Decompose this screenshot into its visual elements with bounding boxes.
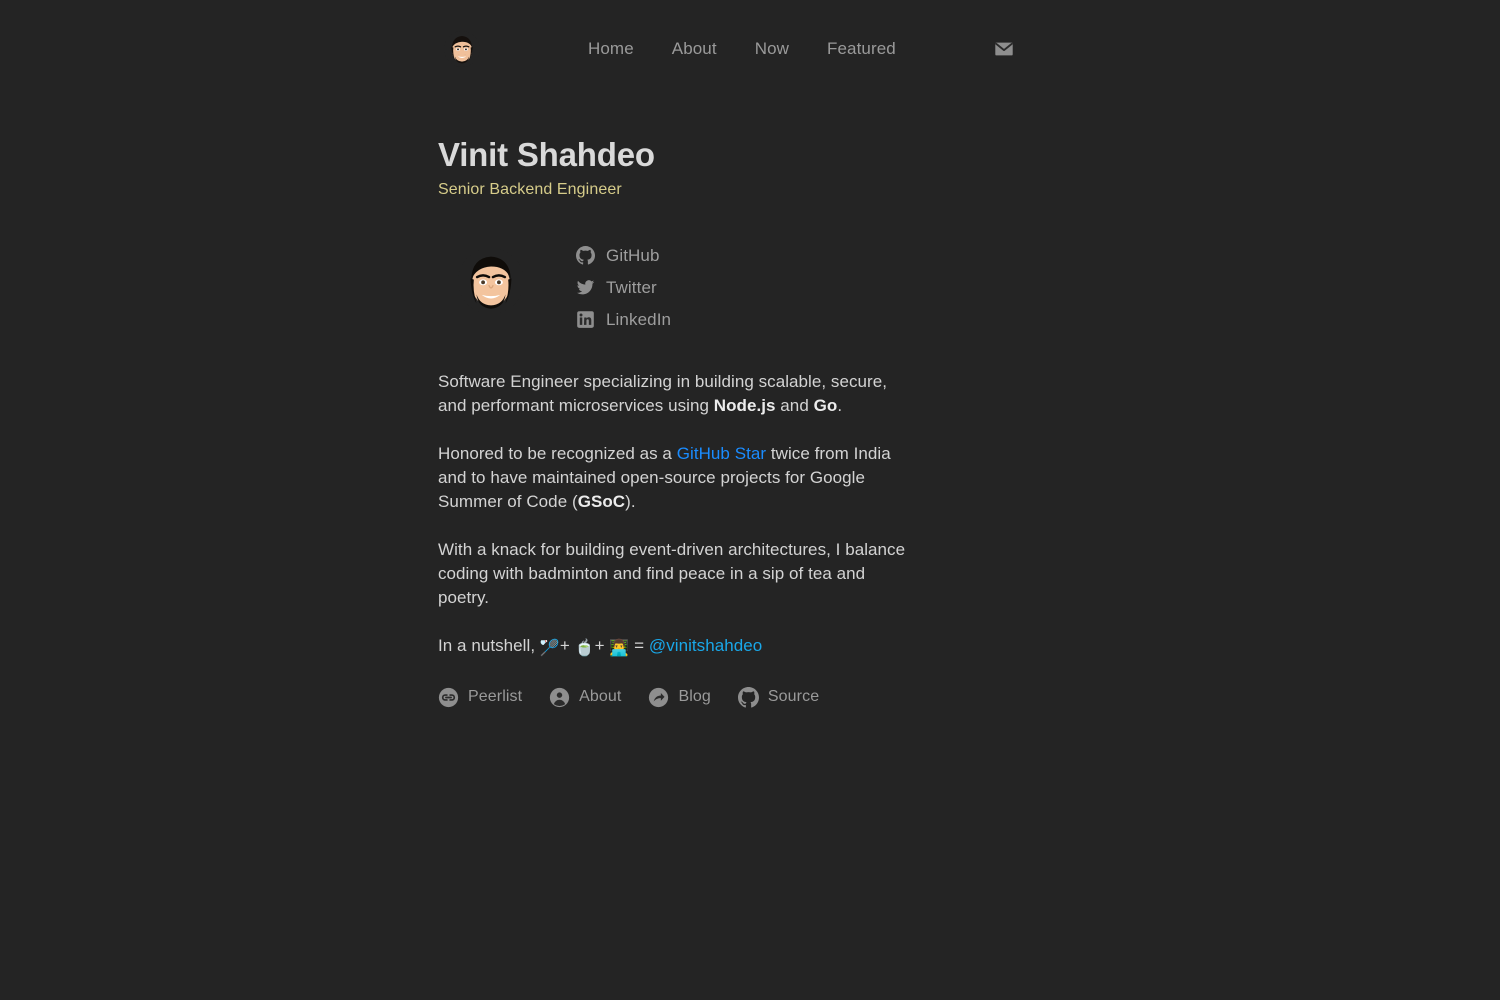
header-inner: Home About Now Featured — [430, 31, 1070, 67]
bio-paragraph-2: Honored to be recognized as a GitHub Sta… — [438, 442, 908, 514]
footer-link-peerlist[interactable]: Peerlist — [438, 687, 522, 708]
site-header: Home About Now Featured — [0, 0, 1500, 98]
tea-emoji: 🍵 — [574, 639, 595, 657]
social-link-twitter[interactable]: Twitter — [576, 278, 671, 298]
bio-p2-part-a: Honored to be recognized as a — [438, 443, 677, 463]
footer-link-blog[interactable]: Blog — [648, 687, 711, 708]
social-link-github[interactable]: GitHub — [576, 246, 671, 266]
footer-label-about: About — [579, 688, 622, 706]
bio-p1-part-c: . — [837, 395, 843, 415]
github-icon — [737, 686, 759, 708]
bio-paragraph-3: With a knack for building event-driven a… — [438, 539, 906, 607]
github-star-link[interactable]: GitHub Star — [677, 444, 766, 463]
profile-row: GitHub Twitter LinkedIn — [438, 244, 908, 330]
bio-p2-part-c: ). — [625, 491, 636, 511]
avatar-illustration-icon — [444, 31, 480, 67]
twitter-icon — [576, 278, 595, 297]
nav-item-featured[interactable]: Featured — [827, 39, 896, 59]
bio-p1-part-b: and — [775, 395, 814, 415]
bio-p4-plus-2: + — [594, 635, 610, 655]
footer-links: Peerlist About Blog Source — [438, 686, 908, 708]
main-navigation: Home About Now Featured — [588, 39, 896, 59]
page-title: Vinit Shahdeo — [438, 136, 655, 173]
page-subtitle: Senior Backend Engineer — [438, 180, 622, 198]
nav-item-about[interactable]: About — [672, 39, 717, 59]
bio-p2-gsoc: GSoC — [577, 491, 626, 511]
nav-item-now[interactable]: Now — [755, 39, 789, 59]
brand-avatar[interactable] — [444, 31, 480, 67]
github-icon — [576, 246, 595, 265]
share-arrow-circle-icon — [648, 687, 669, 708]
linkedin-icon — [576, 310, 595, 329]
social-label-twitter: Twitter — [606, 277, 657, 297]
content-column: Vinit Shahdeo Senior Backend Engineer Gi… — [438, 98, 908, 708]
footer-label-blog: Blog — [678, 688, 711, 706]
profile-avatar-illustration-icon — [458, 247, 524, 314]
badminton-emoji: 🏸 — [539, 639, 560, 657]
bio-p4-part-a: In a nutshell, — [438, 635, 540, 655]
footer-label-peerlist: Peerlist — [468, 688, 523, 706]
mail-button[interactable] — [992, 37, 1016, 61]
bio-p4-plus-1: + — [559, 635, 575, 655]
social-label-github: GitHub — [606, 245, 660, 265]
bio-p4-equals: = — [629, 635, 649, 655]
page-main: Vinit Shahdeo Senior Backend Engineer Gi… — [0, 98, 1500, 708]
social-label-linkedin: LinkedIn — [606, 309, 672, 329]
footer-link-about[interactable]: About — [549, 687, 621, 708]
bio-p1-nodejs: Node.js — [713, 395, 776, 415]
person-circle-icon — [549, 687, 570, 708]
social-links: GitHub Twitter LinkedIn — [576, 244, 671, 330]
bio-paragraph-1: Software Engineer specializing in buildi… — [438, 370, 908, 418]
nav-item-home[interactable]: Home — [588, 39, 634, 59]
bio-p1-go: Go — [813, 395, 838, 415]
footer-label-source: Source — [767, 688, 820, 706]
peerlist-icon — [438, 687, 459, 708]
handle-link[interactable]: @vinitshahdeo — [649, 636, 762, 655]
profile-avatar — [458, 247, 524, 314]
technologist-emoji: 👨‍💻 — [609, 639, 630, 657]
bio-paragraph-4: In a nutshell, 🏸+ 🍵+ 👨‍💻 = @vinitshahdeo — [438, 634, 908, 661]
bio-section: Software Engineer specializing in buildi… — [438, 370, 908, 661]
mail-icon — [995, 42, 1013, 56]
footer-link-source[interactable]: Source — [737, 686, 820, 708]
social-link-linkedin[interactable]: LinkedIn — [576, 310, 671, 330]
